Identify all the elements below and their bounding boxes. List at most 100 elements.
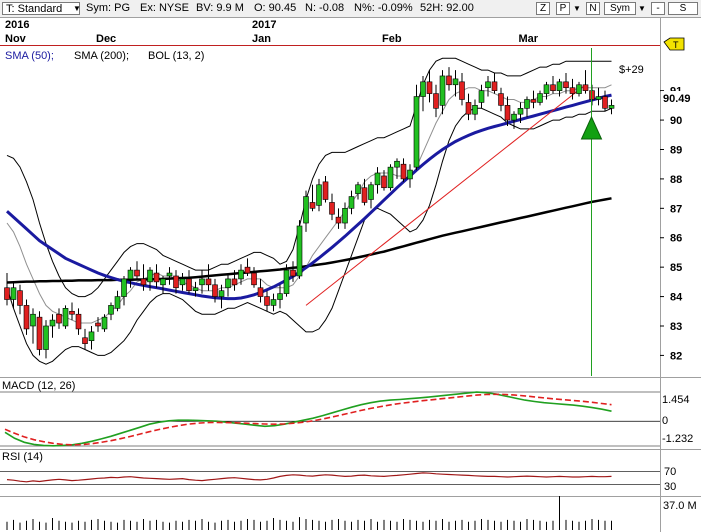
candle bbox=[407, 164, 413, 188]
price-tick-label: 86 bbox=[670, 233, 682, 245]
month-label: Feb bbox=[382, 33, 402, 45]
candle bbox=[465, 93, 472, 121]
candle bbox=[355, 181, 361, 200]
candle bbox=[160, 275, 166, 294]
candle bbox=[114, 290, 121, 312]
candle bbox=[108, 302, 114, 321]
t-marker-label: T bbox=[673, 40, 679, 50]
t-marker[interactable]: T bbox=[663, 37, 685, 51]
price-tick-label: 82 bbox=[670, 350, 682, 362]
bollinger-legend[interactable]: BOL (13, 2) bbox=[148, 50, 204, 62]
candle bbox=[75, 308, 82, 335]
candle bbox=[537, 90, 543, 106]
price-tick-label: 89 bbox=[670, 144, 682, 156]
candle bbox=[264, 290, 270, 312]
candle bbox=[400, 158, 407, 182]
macd-line bbox=[4, 391, 612, 447]
candle bbox=[127, 267, 134, 288]
candle bbox=[62, 305, 69, 329]
price-axis: 82838485868788899091 bbox=[660, 86, 683, 362]
candle bbox=[335, 208, 342, 229]
price-panel: 82838485868788899091 SMA (50); SMA (200)… bbox=[0, 18, 701, 532]
candle bbox=[244, 258, 251, 276]
price-tick-label: 88 bbox=[670, 174, 682, 186]
candle bbox=[374, 167, 381, 194]
trend-line-segment bbox=[305, 84, 586, 306]
candle bbox=[153, 264, 160, 288]
month-label: Jan bbox=[252, 33, 271, 45]
candle bbox=[303, 190, 309, 232]
candle bbox=[361, 178, 368, 206]
candle bbox=[257, 278, 264, 303]
price-tick-label: 85 bbox=[670, 262, 682, 274]
macd-title[interactable]: MACD (12, 26) bbox=[2, 380, 75, 392]
price-tick-label: 87 bbox=[670, 203, 682, 215]
volume-panel: 37.0 M bbox=[6, 496, 697, 530]
chart-canvas[interactable]: 2016 2017 Nov Dec Jan Feb Mar 82 83 84 85 86 87 88 89… bbox=[0, 0, 701, 532]
candle bbox=[348, 190, 355, 215]
candle bbox=[413, 84, 420, 171]
candle bbox=[270, 293, 277, 312]
date-header: 2016 2017 Nov Dec Jan Feb Mar bbox=[0, 19, 660, 46]
candle bbox=[368, 181, 374, 209]
month-label: Mar bbox=[519, 33, 539, 45]
sma-50-path bbox=[6, 93, 612, 301]
rsi-tick-30: 30 bbox=[664, 481, 676, 493]
candle bbox=[446, 67, 452, 91]
candle bbox=[322, 175, 329, 203]
candle bbox=[316, 178, 322, 212]
macd-tick-top: 1.454 bbox=[662, 394, 690, 406]
candle bbox=[56, 308, 62, 329]
candle bbox=[166, 267, 173, 285]
rsi-title[interactable]: RSI (14) bbox=[2, 451, 43, 463]
candle bbox=[4, 273, 10, 306]
buy-arrow-icon[interactable] bbox=[580, 115, 603, 140]
candle bbox=[433, 84, 439, 118]
candle bbox=[179, 273, 186, 291]
candle bbox=[251, 267, 257, 288]
candle bbox=[342, 202, 348, 229]
volume-max-label: 37.0 M bbox=[663, 500, 697, 512]
sma-200-line bbox=[6, 197, 612, 284]
price-tick-label: 90 bbox=[670, 115, 682, 127]
price-tick-label: 84 bbox=[670, 292, 683, 304]
gain-label: $+29 bbox=[619, 64, 644, 76]
candlestick-series bbox=[4, 67, 615, 359]
candle bbox=[309, 184, 316, 212]
rsi-line bbox=[6, 472, 612, 483]
year-label: 2016 bbox=[5, 19, 29, 31]
sma-50-legend[interactable]: SMA (50); bbox=[5, 50, 54, 62]
sma-200-legend[interactable]: SMA (200); bbox=[74, 50, 129, 62]
candle bbox=[134, 261, 140, 279]
candle bbox=[88, 325, 95, 350]
candle bbox=[121, 275, 127, 306]
candle bbox=[498, 87, 504, 112]
candle bbox=[608, 99, 615, 115]
trend-line bbox=[305, 84, 586, 306]
candle bbox=[101, 314, 108, 332]
candle bbox=[524, 96, 530, 118]
candle bbox=[225, 273, 231, 297]
candle bbox=[485, 75, 491, 97]
candle bbox=[69, 302, 75, 321]
candle bbox=[602, 90, 608, 112]
candle bbox=[82, 328, 88, 350]
candle bbox=[491, 73, 498, 94]
year-label: 2017 bbox=[252, 19, 276, 31]
candle bbox=[17, 284, 23, 315]
candle bbox=[277, 284, 283, 309]
candle bbox=[459, 73, 465, 106]
candle bbox=[576, 81, 582, 97]
candle bbox=[49, 314, 56, 338]
rsi-panel: RSI (14) 70 30 bbox=[0, 451, 701, 497]
candle bbox=[595, 87, 602, 106]
candle bbox=[478, 84, 485, 109]
candle bbox=[36, 311, 43, 356]
sma-200-path bbox=[6, 197, 612, 284]
candle bbox=[296, 220, 303, 279]
candle bbox=[186, 270, 192, 294]
candle bbox=[205, 264, 212, 291]
current-price-label: 90.49 bbox=[663, 93, 691, 105]
rsi-tick-70: 70 bbox=[664, 466, 676, 478]
macd-tick-zero: 0 bbox=[662, 415, 668, 427]
